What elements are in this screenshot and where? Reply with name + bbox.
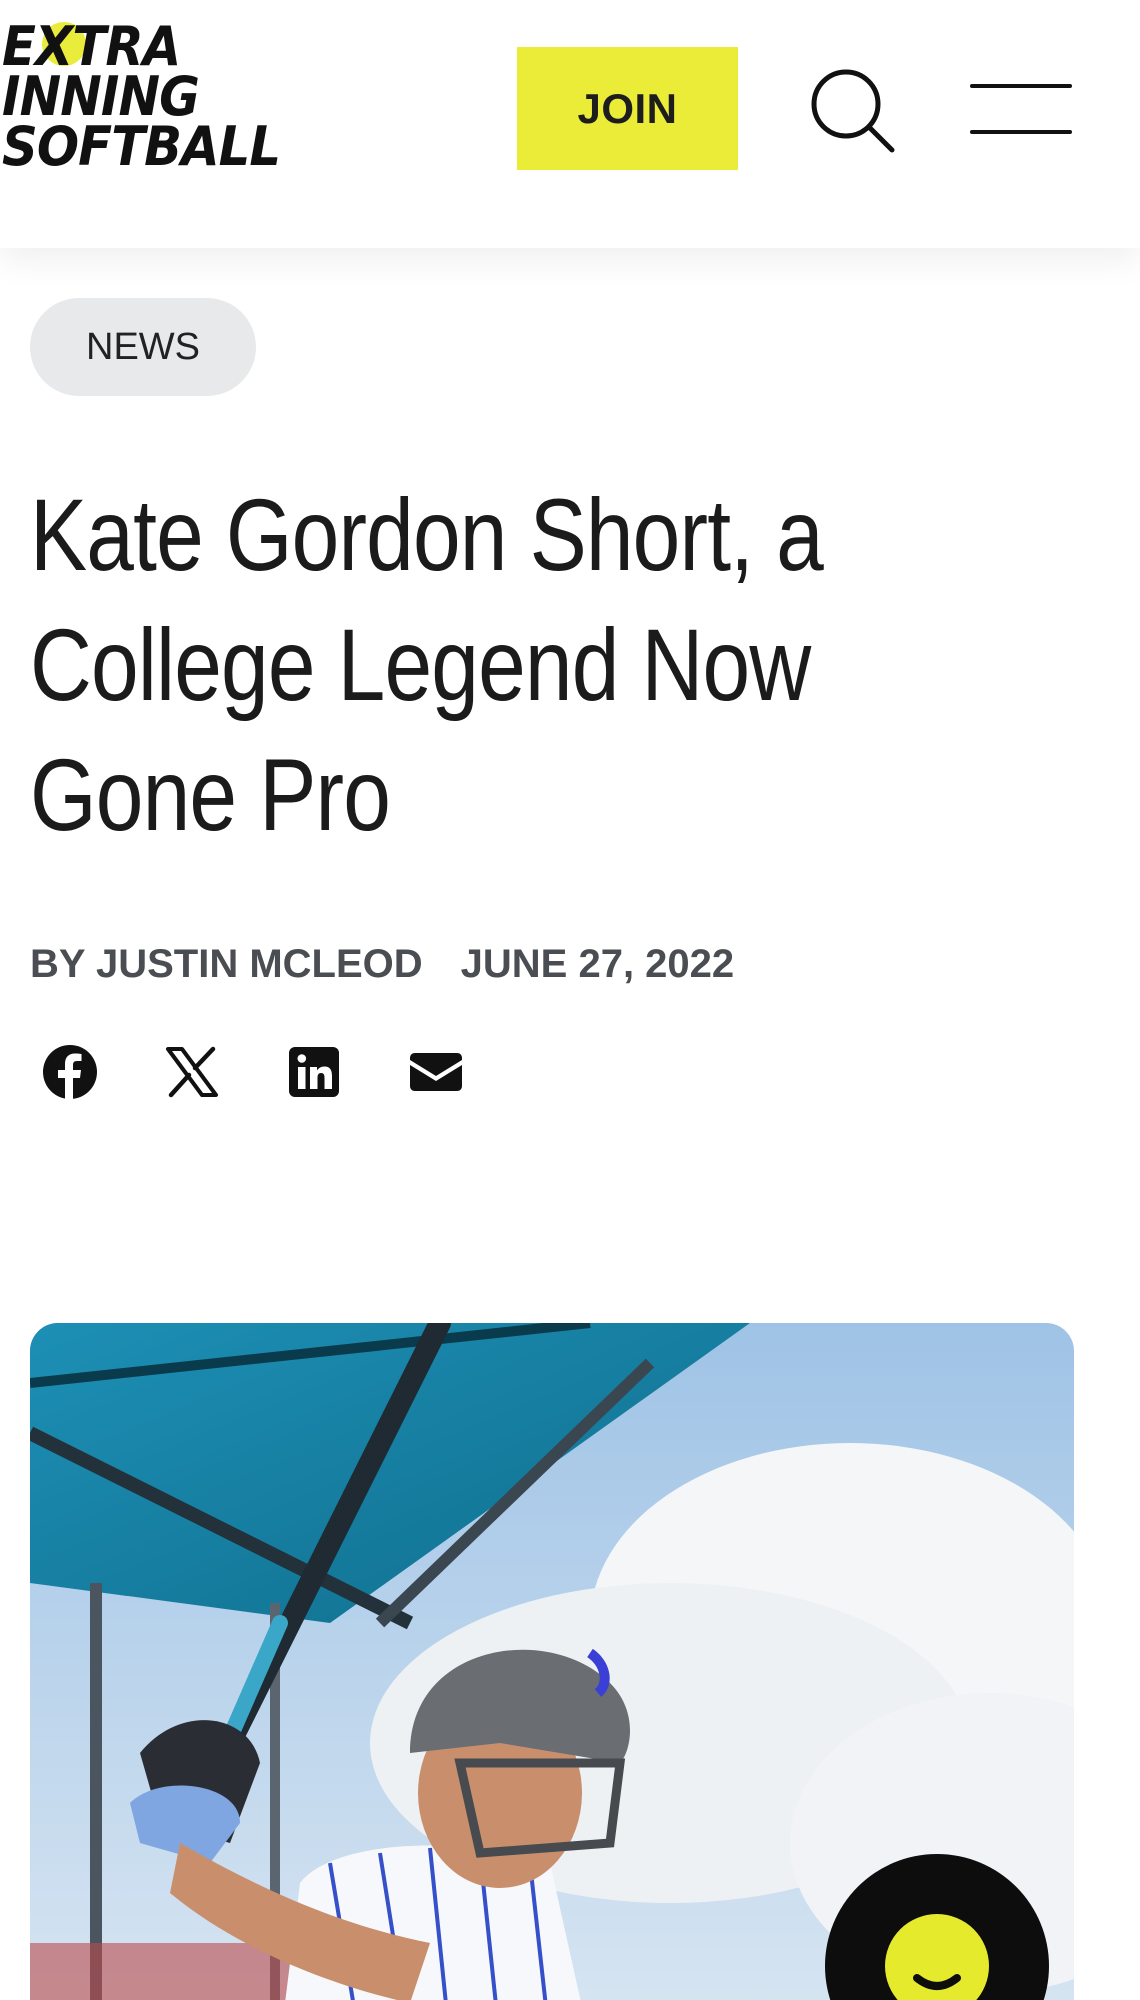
author-byline[interactable]: BY JUSTIN MCLEOD <box>30 942 423 987</box>
share-bar <box>42 1044 464 1105</box>
site-header: EXTRA INNING SOFTBALL JOIN <box>0 0 1140 248</box>
search-icon <box>811 69 895 153</box>
search-button[interactable] <box>808 66 898 156</box>
publish-date: JUNE 27, 2022 <box>460 941 735 986</box>
chat-smiley-icon <box>885 1914 989 2000</box>
facebook-icon <box>43 1045 97 1100</box>
email-icon <box>410 1053 462 1091</box>
category-tag[interactable]: NEWS <box>30 298 256 396</box>
share-x-button[interactable] <box>164 1044 220 1105</box>
logo-line-3: SOFTBALL <box>2 115 281 178</box>
x-icon <box>166 1046 218 1098</box>
site-logo[interactable]: EXTRA INNING SOFTBALL <box>2 20 302 188</box>
linkedin-icon <box>289 1047 339 1097</box>
chat-widget-button[interactable] <box>825 1854 1049 2000</box>
share-email-button[interactable] <box>408 1044 464 1105</box>
menu-button[interactable] <box>968 80 1076 140</box>
share-facebook-button[interactable] <box>42 1044 98 1105</box>
article-meta: BY JUSTIN MCLEOD JUNE 27, 2022 <box>30 936 734 992</box>
join-button[interactable]: JOIN <box>517 47 738 170</box>
article-title: Kate Gordon Short, a College Legend Now … <box>30 478 824 852</box>
share-linkedin-button[interactable] <box>286 1044 342 1105</box>
